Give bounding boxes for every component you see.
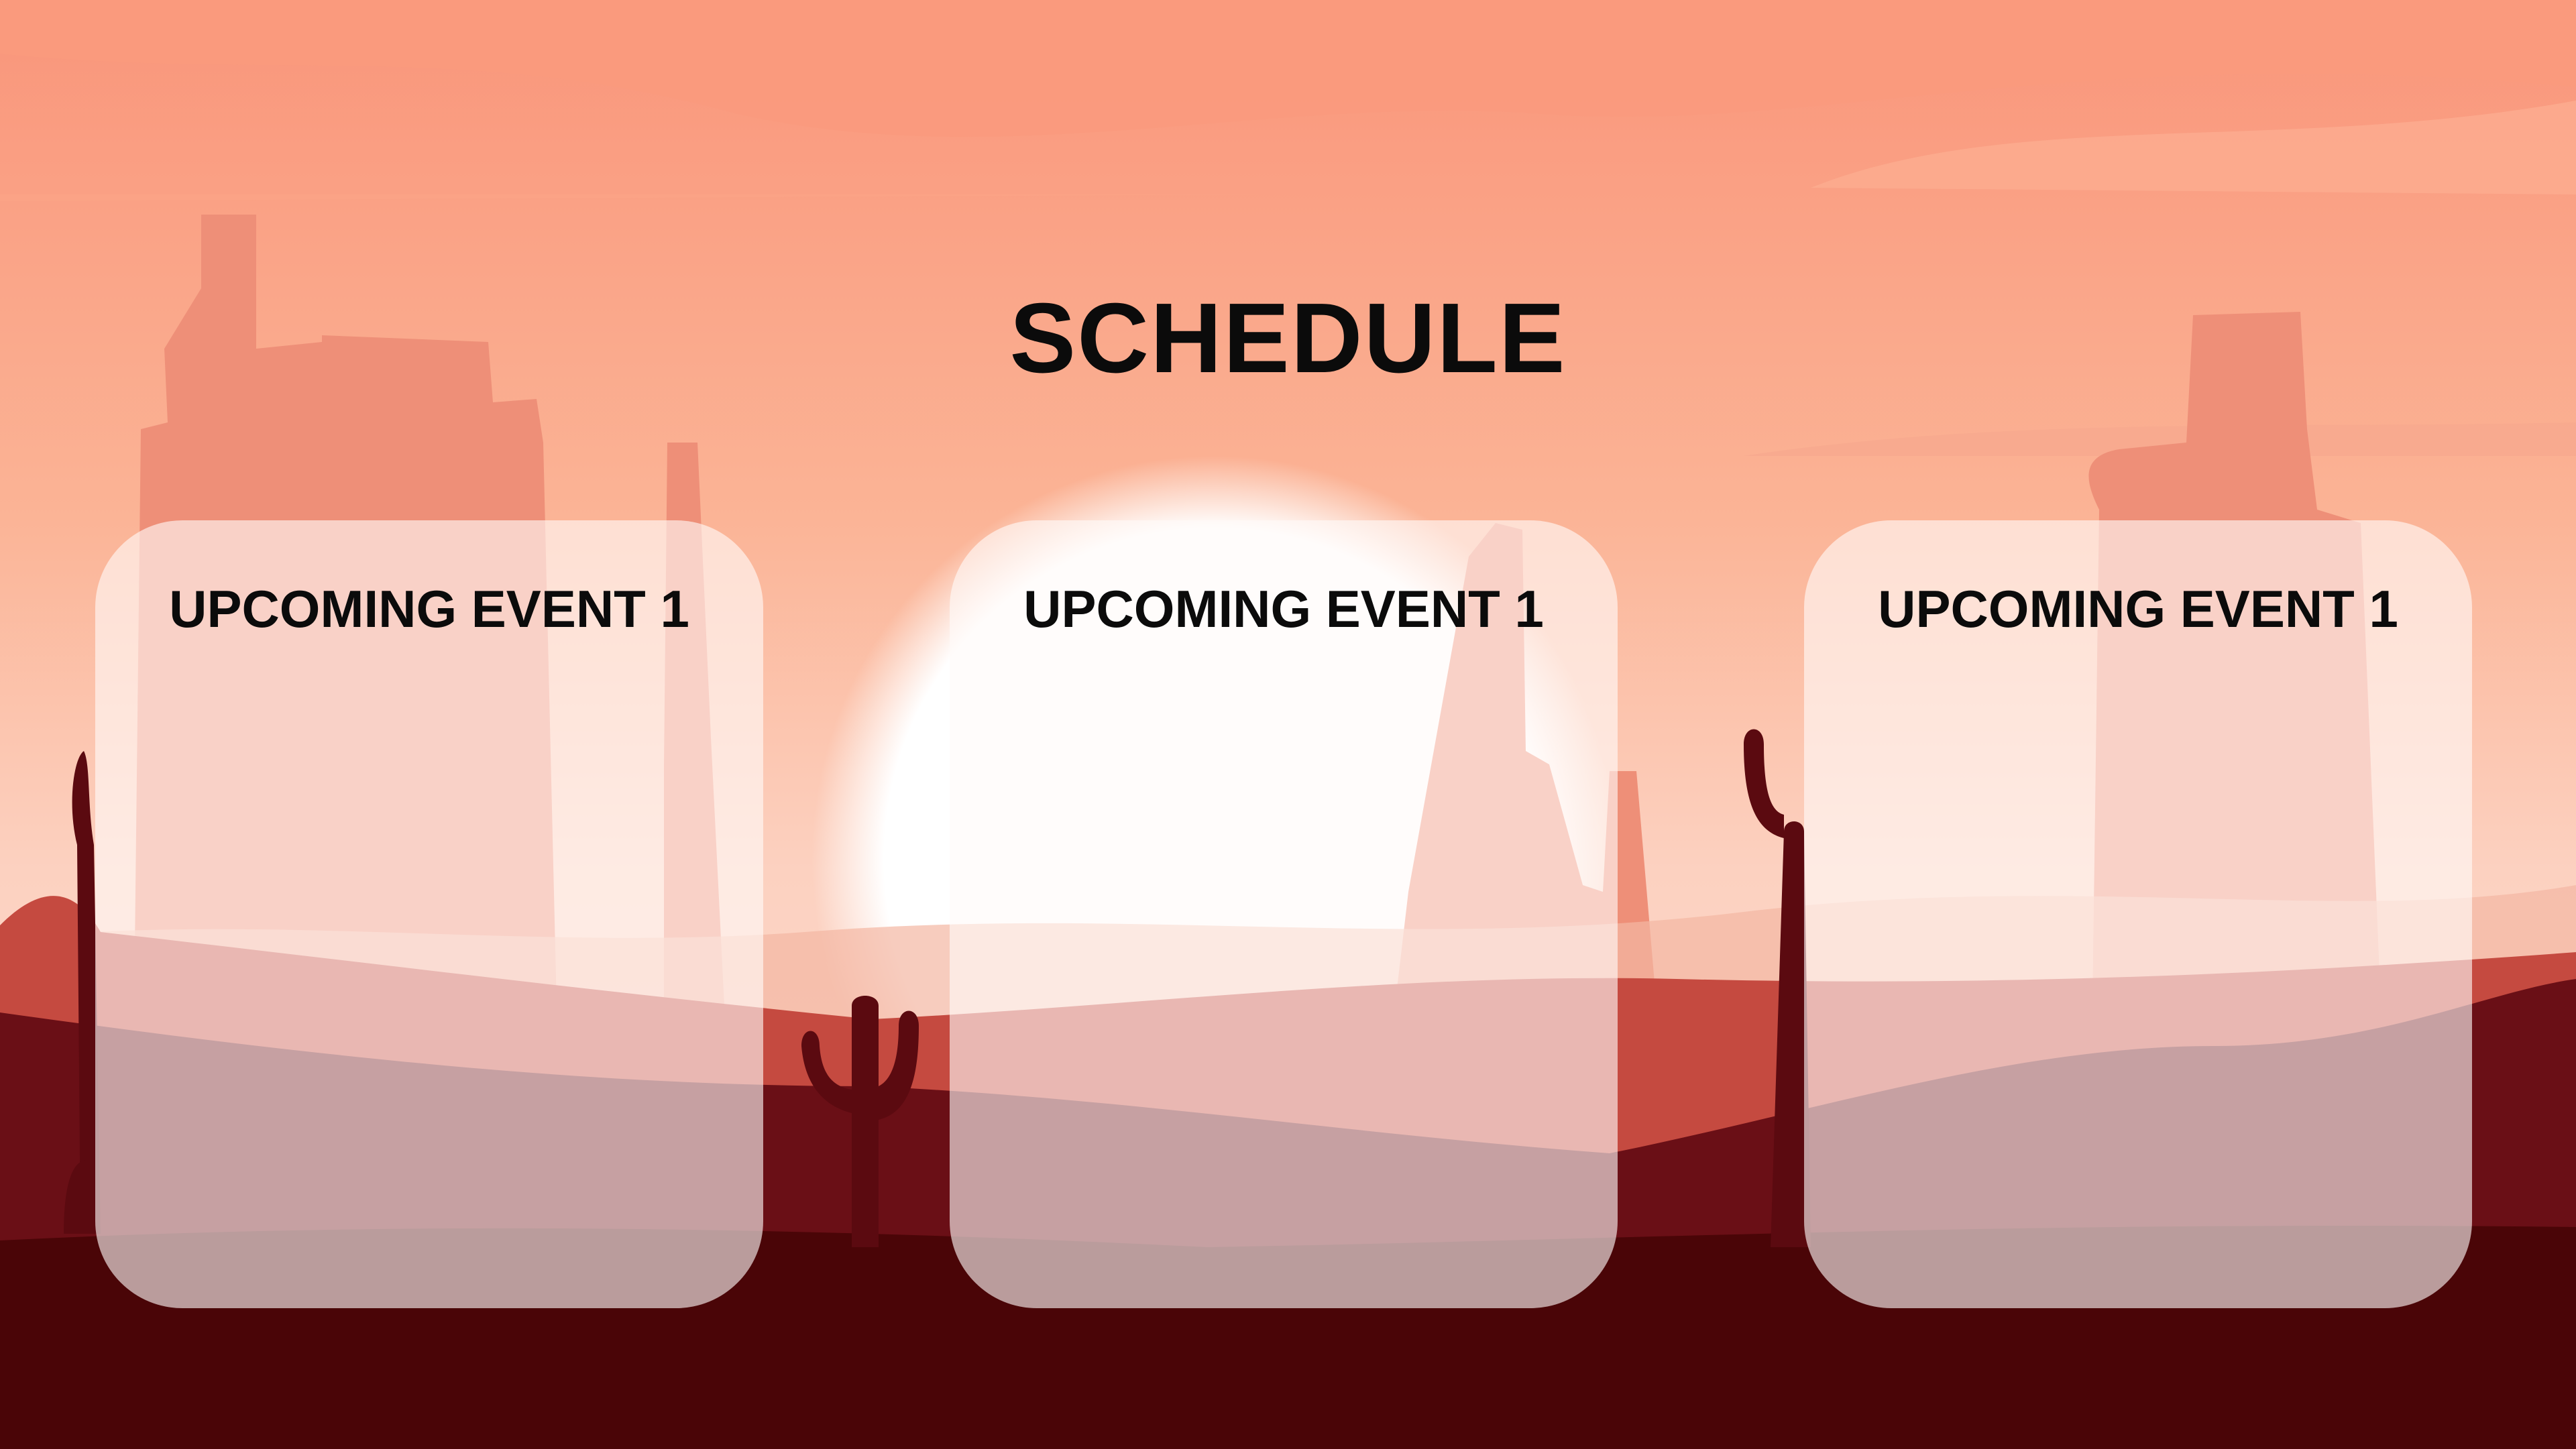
event-card-3: UPCOMING EVENT 1: [1804, 520, 2472, 1308]
event-card-heading: UPCOMING EVENT 1: [169, 579, 689, 638]
slide-canvas: SCHEDULE UPCOMING EVENT 1 UPCOMING EVENT…: [0, 0, 2576, 1449]
page-title: SCHEDULE: [1009, 283, 1567, 394]
event-card-heading: UPCOMING EVENT 1: [1023, 579, 1544, 638]
event-card-2: UPCOMING EVENT 1: [950, 520, 1618, 1308]
event-card-1: UPCOMING EVENT 1: [95, 520, 763, 1308]
event-card-heading: UPCOMING EVENT 1: [1878, 579, 2398, 638]
